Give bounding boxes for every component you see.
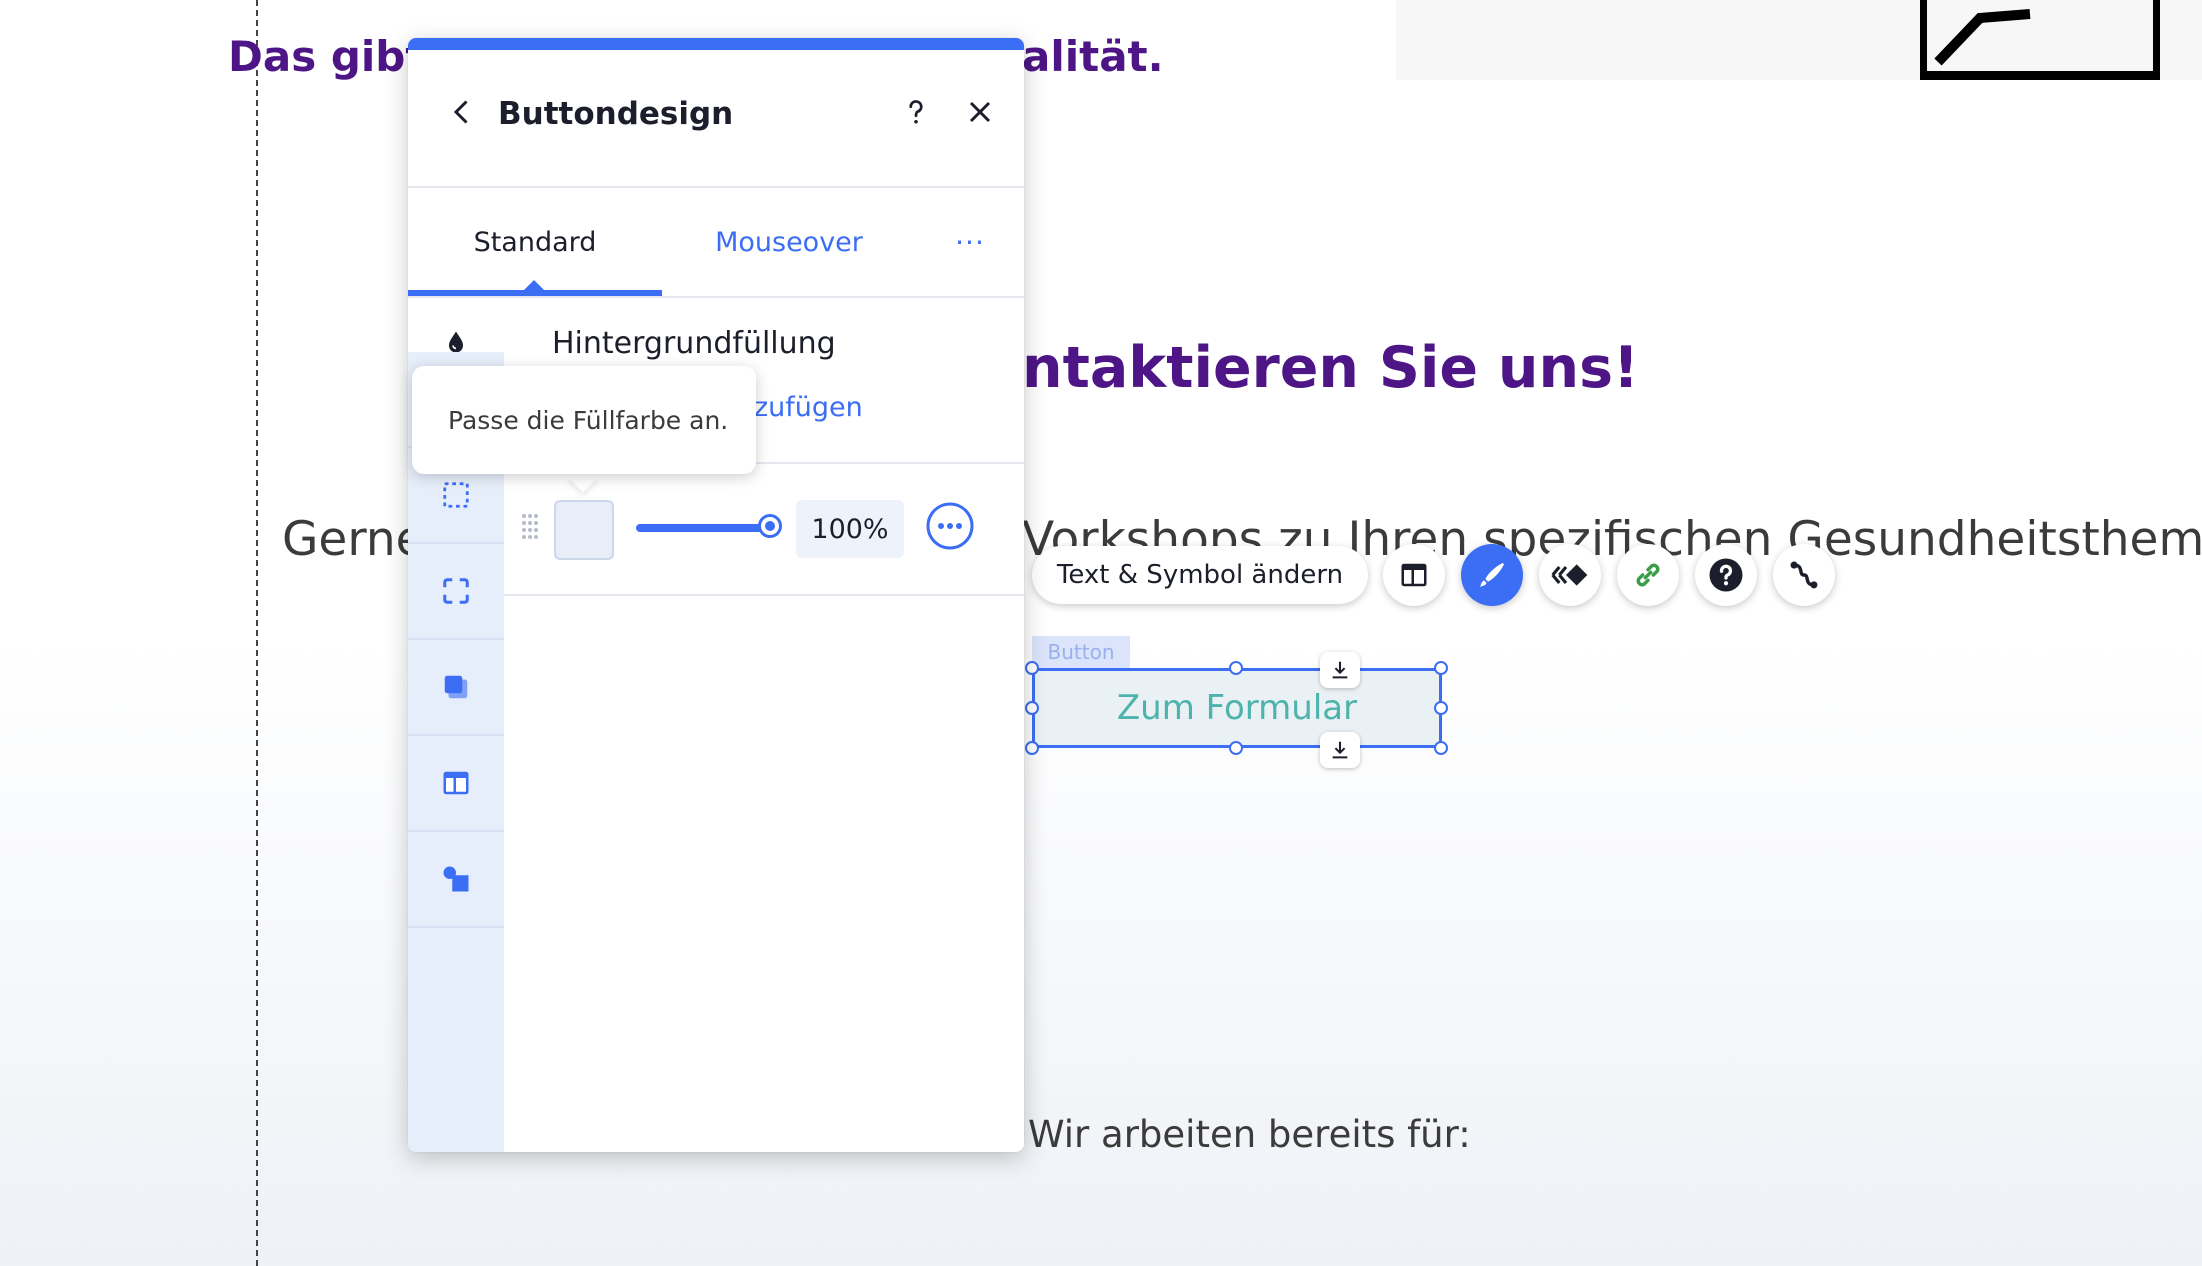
picture-frame-graphic	[1920, 0, 2160, 80]
help-icon	[1709, 558, 1743, 592]
panel-title: Buttondesign	[498, 96, 734, 132]
add-fill-link[interactable]: zufügen	[754, 392, 863, 423]
resize-handle-bottom-left[interactable]	[1025, 741, 1039, 755]
contact-heading: ntaktieren Sie uns!	[1022, 335, 1640, 401]
design-brush-icon	[1480, 563, 1504, 587]
resize-handle-left[interactable]	[1025, 701, 1039, 715]
download-icon	[1332, 661, 1348, 679]
active-tab-caret	[523, 280, 545, 291]
border-icon	[443, 482, 469, 508]
guide-line	[256, 0, 258, 1266]
more-options-icon[interactable]	[926, 502, 974, 550]
fill-section-label: Hintergrundfüllung	[552, 326, 836, 361]
opacity-slider-handle[interactable]	[758, 514, 782, 538]
layout-icon	[1401, 563, 1427, 587]
fill-color-tooltip: Passe die Füllfarbe an.	[412, 366, 756, 474]
resize-handle-top-right[interactable]	[1434, 661, 1448, 675]
fill-color-swatch[interactable]	[554, 500, 614, 560]
layout-icon	[443, 771, 469, 795]
help-button[interactable]	[1695, 544, 1757, 606]
panel-header: Buttondesign	[408, 50, 1024, 188]
sidebar-item-layout[interactable]	[408, 736, 504, 832]
resize-handle-bottom[interactable]	[1229, 741, 1243, 755]
download-icon	[1332, 741, 1348, 759]
bottom-text: Wir arbeiten bereits für:	[1028, 1113, 1471, 1156]
design-button[interactable]	[1461, 544, 1523, 606]
opacity-slider-track[interactable]	[636, 524, 770, 532]
resize-handle-right[interactable]	[1434, 701, 1448, 715]
tab-mouseover[interactable]: Mouseover	[662, 188, 916, 296]
animation-icon	[1551, 564, 1588, 586]
headline-top-right: alität.	[1022, 32, 1164, 81]
shadow-icon	[444, 675, 468, 699]
button-design-panel: Buttondesign Standard Mouseover ··· Hint…	[408, 38, 1024, 1152]
back-icon[interactable]	[444, 94, 480, 130]
link-button[interactable]	[1617, 544, 1679, 606]
resize-handle-bottom-right[interactable]	[1434, 741, 1448, 755]
help-icon[interactable]	[898, 94, 934, 130]
opacity-input[interactable]: 100%	[796, 500, 904, 558]
resize-handle-top[interactable]	[1229, 661, 1243, 675]
connect-icon	[1790, 561, 1818, 589]
zum-formular-button-label[interactable]: Zum Formular	[1032, 668, 1442, 748]
close-icon[interactable]	[962, 94, 998, 130]
body-text-left: Gerne	[282, 512, 425, 567]
drag-grip-icon[interactable]	[520, 512, 540, 540]
stretch-bottom-handle[interactable]	[1320, 732, 1360, 768]
headline-top-left: Das gibt	[228, 32, 426, 81]
stretch-top-handle[interactable]	[1320, 652, 1360, 688]
sidebar-item-text[interactable]	[408, 832, 504, 928]
animation-button[interactable]	[1539, 544, 1601, 606]
resize-handle-top-left[interactable]	[1025, 661, 1039, 675]
tab-more[interactable]: ···	[916, 188, 1024, 296]
change-text-symbol-button[interactable]: Text & Symbol ändern	[1032, 546, 1368, 604]
element-type-tag: Button	[1032, 636, 1130, 668]
panel-drag-bar[interactable]	[408, 38, 1024, 50]
divider	[504, 594, 1024, 596]
corners-icon	[443, 578, 469, 604]
connect-button[interactable]	[1773, 544, 1835, 606]
layout-button[interactable]	[1383, 544, 1445, 606]
text-style-icon	[443, 866, 469, 892]
link-icon	[1636, 563, 1660, 587]
state-tabs: Standard Mouseover ···	[408, 188, 1024, 298]
sidebar-item-shadow[interactable]	[408, 640, 504, 736]
sidebar-item-corners[interactable]	[408, 544, 504, 640]
